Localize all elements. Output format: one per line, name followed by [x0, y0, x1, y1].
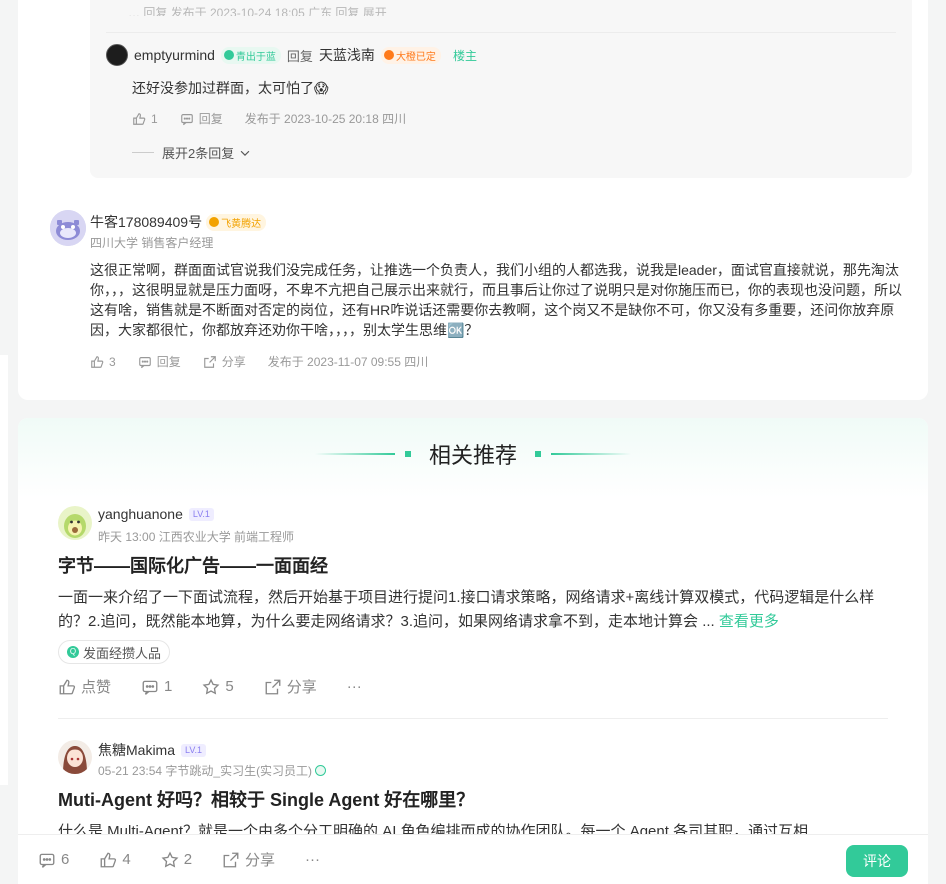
share-icon	[222, 851, 240, 869]
thumbs-up-icon	[99, 851, 117, 869]
favorite-button[interactable]: 2	[161, 850, 192, 869]
comment-button[interactable]: 评论	[846, 845, 908, 877]
post-tag[interactable]: Q 发面经攒人品	[58, 640, 171, 664]
comments-card: … 回复 发布于 2023-10-24 18:05 广东 回复 展开 empty…	[18, 0, 928, 400]
post-title[interactable]: Muti-Agent 好吗？相较于 Single Agent 好在哪里？	[58, 786, 474, 812]
owner-tag: 楼主	[452, 48, 477, 63]
read-more-link[interactable]: 查看更多	[719, 613, 779, 630]
user-badge: 青出于蓝	[220, 46, 281, 64]
thumbs-up-icon	[132, 112, 146, 126]
post-actions: 点赞 1 5 分享 ···	[58, 676, 362, 697]
decoration-dot	[404, 451, 411, 457]
divider	[106, 32, 896, 33]
share-button[interactable]: 分享	[222, 849, 275, 870]
comment-icon	[38, 851, 56, 869]
avatar[interactable]	[58, 740, 92, 774]
badge-icon	[223, 50, 234, 60]
post-meta: 05-21 23:54 字节跳动_实习生(实习员工)	[98, 762, 327, 779]
expand-replies-button[interactable]: 展开2条回复	[132, 143, 252, 162]
related-header: 相关推荐	[18, 438, 928, 470]
related-post[interactable]: yanghuanone LV.1 昨天 13:00 江西农业大学 前端工程师 字…	[58, 506, 888, 706]
cut-off-reply-meta: … 回复 发布于 2023-10-24 18:05 广东 回复 展开	[128, 6, 387, 16]
like-count: 1	[151, 111, 158, 126]
reply-username[interactable]: emptyurmind	[134, 47, 215, 63]
comment-icon	[180, 112, 194, 126]
comment-icon	[138, 355, 152, 369]
reply-actions: 1 回复 发布于 2023-10-25 20:18 四川	[132, 110, 406, 127]
reply-thread: … 回复 发布于 2023-10-24 18:05 广东 回复 展开 empty…	[90, 0, 912, 178]
level-badge: LV.1	[188, 507, 214, 521]
reply-time: 发布于 2023-10-25 20:18 四川	[244, 112, 407, 126]
decoration-line	[314, 453, 395, 455]
badge-icon	[383, 50, 394, 60]
user-badge: 飞黄腾达	[206, 213, 267, 231]
tag-icon: Q	[67, 646, 79, 658]
avatar[interactable]	[106, 44, 128, 66]
more-options-button[interactable]: ···	[347, 678, 362, 695]
like-button[interactable]: 点赞	[58, 676, 111, 697]
comments-button[interactable]: 6	[38, 851, 69, 869]
favorite-button[interactable]: 5	[202, 677, 234, 696]
star-icon	[202, 677, 220, 696]
comment-user-info: 四川大学 销售客户经理	[90, 236, 214, 250]
divider	[58, 718, 888, 719]
comment-button[interactable]: 1	[141, 678, 172, 696]
bottom-action-bar: 6 4 2 分享 ··· 评论	[18, 834, 928, 884]
share-button[interactable]: 分享	[203, 353, 246, 370]
post-author: 焦糖Makima LV.1	[98, 740, 207, 760]
reply-header: emptyurmind 青出于蓝 回复 天蓝浅南 大橙已定 楼主	[106, 44, 477, 66]
post-username[interactable]: yanghuanone	[98, 506, 183, 522]
like-button[interactable]: 3	[90, 355, 116, 369]
reply-target-username[interactable]: 天蓝浅南	[319, 45, 375, 65]
comment-icon	[141, 678, 159, 696]
thumbs-up-icon	[90, 355, 104, 369]
reply-to-label: 回复	[286, 48, 313, 64]
post-excerpt: 一面一来介绍了一下面试流程，然后开始基于项目进行提问1.接口请求策略，网络请求+…	[58, 589, 875, 630]
bottom-actions: 6 4 2 分享 ···	[38, 849, 320, 870]
badge-icon	[209, 217, 220, 227]
related-title: 相关推荐	[428, 443, 517, 468]
post-author: yanghuanone LV.1	[98, 506, 214, 522]
share-icon	[264, 678, 282, 696]
comment-actions: 3 回复 分享 发布于 2023-11-07 09:55 四川	[90, 353, 428, 370]
decoration-dot	[535, 451, 541, 457]
more-options-button[interactable]: ···	[305, 851, 320, 868]
related-card: 相关推荐 yanghuanone LV.1 昨天 13:00 江西农业大学 前端…	[18, 418, 928, 884]
like-count: 3	[109, 354, 116, 369]
post-meta: 昨天 13:00 江西农业大学 前端工程师	[98, 530, 295, 544]
reply-button[interactable]: 回复	[138, 353, 181, 370]
decoration-line	[551, 453, 631, 455]
target-user-badge: 大橙已定	[380, 46, 441, 64]
chevron-down-icon	[238, 146, 252, 160]
avatar[interactable]	[58, 506, 92, 540]
share-icon	[203, 355, 217, 369]
post-username[interactable]: 焦糖Makima	[98, 740, 175, 760]
like-button[interactable]: 1	[132, 112, 158, 126]
comment-time: 发布于 2023-11-07 09:55 四川	[267, 355, 429, 369]
avatar[interactable]	[50, 210, 86, 246]
divider	[132, 152, 154, 153]
star-icon	[161, 850, 179, 869]
like-button[interactable]: 4	[99, 851, 131, 869]
reply-text: 还好没参加过群面，太可怕了😱	[132, 80, 329, 96]
comment-header: 牛客178089409号 飞黄腾达	[90, 212, 267, 232]
left-gutter	[0, 0, 8, 884]
verified-icon	[315, 765, 327, 776]
comment-text: 这很正常啊，群面面试官说我们没完成任务，让推选一个负责人，我们小组的人都选我，说…	[90, 262, 902, 338]
reply-button[interactable]: 回复	[180, 110, 223, 127]
level-badge: LV.1	[181, 743, 207, 757]
thumbs-up-icon	[58, 678, 76, 696]
comment-username[interactable]: 牛客178089409号	[90, 212, 202, 232]
post-title[interactable]: 字节——国际化广告——一面面经	[58, 552, 328, 578]
share-button[interactable]: 分享	[264, 676, 317, 697]
